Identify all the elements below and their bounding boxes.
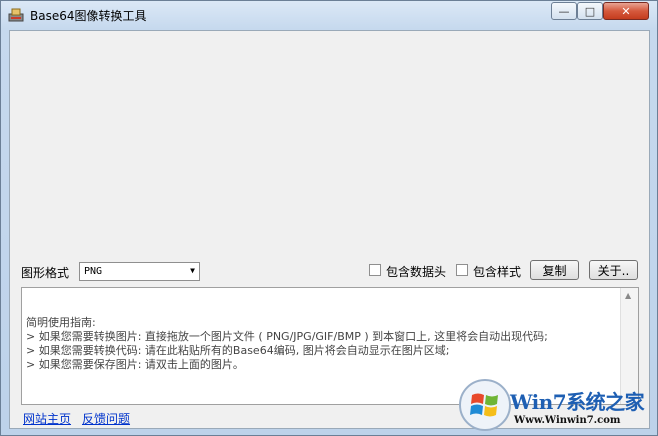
include-header-label[interactable]: 包含数据头: [386, 263, 446, 280]
close-button[interactable]: ✕: [603, 2, 649, 20]
image-display-area[interactable]: [10, 31, 649, 256]
about-button[interactable]: 关于..: [589, 260, 638, 280]
client-area: 图形格式 PNG ▼ 包含数据头 包含样式 复制 关于.. 简明使用指南: > …: [9, 30, 650, 429]
website-home-link[interactable]: 网站主页: [23, 410, 71, 427]
watermark-brand: Win7系统之家: [510, 390, 645, 414]
windows-logo-icon: [459, 379, 511, 431]
guide-text: 简明使用指南: > 如果您需要转换图片: 直接拖放一个图片文件 ( PNG/JP…: [26, 316, 616, 372]
watermark-url: Www.Winwin7.com: [514, 415, 621, 426]
feedback-link[interactable]: 反馈问题: [82, 410, 130, 427]
window-title: Base64图像转换工具: [30, 9, 147, 23]
format-label: 图形格式: [21, 266, 70, 280]
format-select-value: PNG: [84, 266, 103, 277]
format-select[interactable]: PNG ▼: [79, 262, 200, 281]
scroll-up-icon[interactable]: ▲: [625, 291, 631, 300]
minimize-button[interactable]: —: [551, 2, 577, 20]
include-header-checkbox[interactable]: [369, 264, 381, 276]
title-bar[interactable]: Base64图像转换工具 — □ ✕: [1, 1, 657, 29]
watermark: Win7系统之家 Www.Winwin7.com: [458, 378, 654, 432]
copy-button[interactable]: 复制: [530, 260, 579, 280]
guide-line: > 如果您需要保存图片: 请双击上面的图片。: [26, 358, 244, 371]
include-style-checkbox[interactable]: [456, 264, 468, 276]
maximize-button[interactable]: □: [577, 2, 603, 20]
include-style-label[interactable]: 包含样式: [473, 263, 521, 280]
chevron-down-icon: ▼: [190, 266, 195, 275]
guide-line: > 如果您需要转换代码: 请在此粘贴所有的Base64编码, 图片将会自动显示在…: [26, 344, 450, 357]
guide-line: 简明使用指南:: [26, 316, 96, 329]
app-icon: [8, 8, 24, 22]
guide-line: > 如果您需要转换图片: 直接拖放一个图片文件 ( PNG/JPG/GIF/BM…: [26, 330, 548, 343]
app-window: Base64图像转换工具 — □ ✕ 图形格式 PNG ▼ 包含数据头 包含样式…: [0, 0, 658, 436]
